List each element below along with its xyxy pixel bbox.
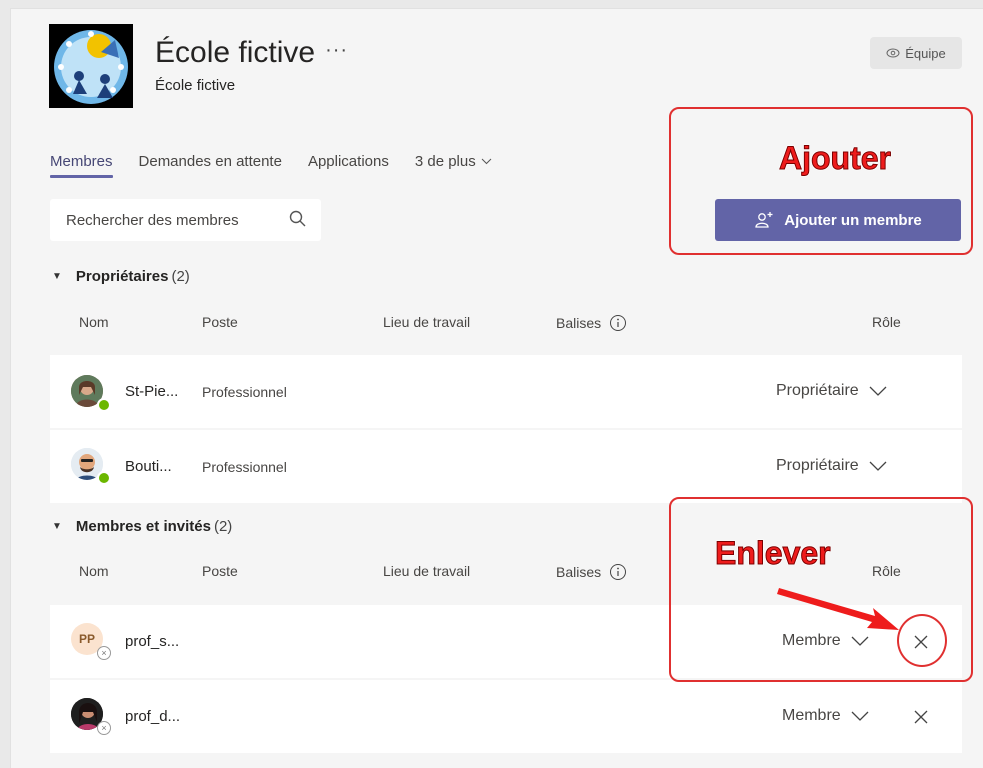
column-workplace: Lieu de travail (383, 563, 471, 579)
tab-label: Membres (50, 153, 113, 170)
column-tags: Balises (556, 314, 627, 332)
column-name: Nom (79, 314, 109, 330)
annotation-remove-label: Enlever (715, 535, 832, 572)
member-name: prof_s... (125, 633, 180, 650)
info-icon[interactable] (609, 563, 627, 581)
status-offline-icon: × (97, 646, 111, 660)
column-tags: Balises (556, 563, 627, 581)
tab-pending-requests[interactable]: Demandes en attente (139, 153, 282, 178)
owners-section-header[interactable]: ▼ Propriétaires (2) (52, 268, 190, 285)
column-tags-label: Balises (556, 564, 602, 580)
tab-label: Demandes en attente (138, 153, 282, 170)
chevron-down-icon (851, 711, 869, 721)
section-count: (2) (213, 518, 233, 535)
column-tags-label: Balises (556, 315, 602, 331)
chevron-down-icon (869, 386, 887, 396)
role-dropdown[interactable]: Membre (782, 707, 869, 725)
column-position: Poste (202, 563, 238, 579)
member-position: Professionnel (202, 459, 287, 475)
tab-label: 3 de plus (414, 153, 476, 170)
column-name: Nom (79, 563, 109, 579)
team-title: École fictive ··· (155, 36, 348, 70)
annotation-remove-circle (897, 614, 947, 667)
section-count: (2) (171, 268, 190, 285)
more-options-icon[interactable]: ··· (325, 39, 348, 62)
team-badge-label: Équipe (905, 45, 946, 61)
role-label: Membre (782, 707, 841, 724)
team-name: École fictive (155, 36, 316, 69)
search-icon (289, 210, 306, 227)
role-label: Propriétaire (776, 382, 859, 399)
tab-bar: Membres Demandes en attente Applications… (50, 153, 518, 178)
section-title: Propriétaires (75, 268, 169, 285)
member-search-input[interactable]: Rechercher des membres (50, 199, 321, 241)
member-name: Bouti... (125, 458, 172, 475)
annotation-arrow-icon (777, 588, 899, 630)
collapse-caret-icon: ▼ (52, 521, 62, 532)
tab-more[interactable]: 3 de plus (415, 153, 492, 178)
status-offline-icon: × (97, 721, 111, 735)
column-role: Rôle (872, 314, 901, 330)
search-placeholder: Rechercher des membres (66, 211, 239, 229)
chevron-down-icon (481, 158, 492, 165)
role-label: Propriétaire (776, 457, 859, 474)
annotation-add-label: Ajouter (779, 140, 892, 177)
tab-applications[interactable]: Applications (308, 153, 389, 178)
section-title: Membres et invités (75, 518, 211, 535)
role-dropdown[interactable]: Propriétaire (776, 457, 887, 475)
eye-icon (886, 48, 900, 58)
member-name: St-Pie... (125, 383, 179, 400)
annotation-add-box (669, 107, 973, 255)
team-subtitle: École fictive (155, 77, 236, 94)
member-name: prof_d... (125, 708, 181, 725)
column-workplace: Lieu de travail (383, 314, 471, 330)
column-position: Poste (202, 314, 238, 330)
member-position: Professionnel (202, 384, 287, 400)
remove-member-close-icon[interactable] (911, 707, 931, 727)
collapse-caret-icon: ▼ (52, 271, 62, 282)
team-logo (49, 24, 133, 108)
tab-label: Applications (307, 153, 389, 170)
team-privacy-badge[interactable]: Équipe (870, 37, 962, 69)
role-dropdown[interactable]: Propriétaire (776, 382, 887, 400)
status-online-icon (97, 398, 111, 412)
info-icon[interactable] (609, 314, 627, 332)
tab-members[interactable]: Membres (50, 153, 113, 178)
members-section-header[interactable]: ▼ Membres et invités (2) (52, 518, 232, 535)
status-online-icon (97, 471, 111, 485)
chevron-down-icon (869, 461, 887, 471)
